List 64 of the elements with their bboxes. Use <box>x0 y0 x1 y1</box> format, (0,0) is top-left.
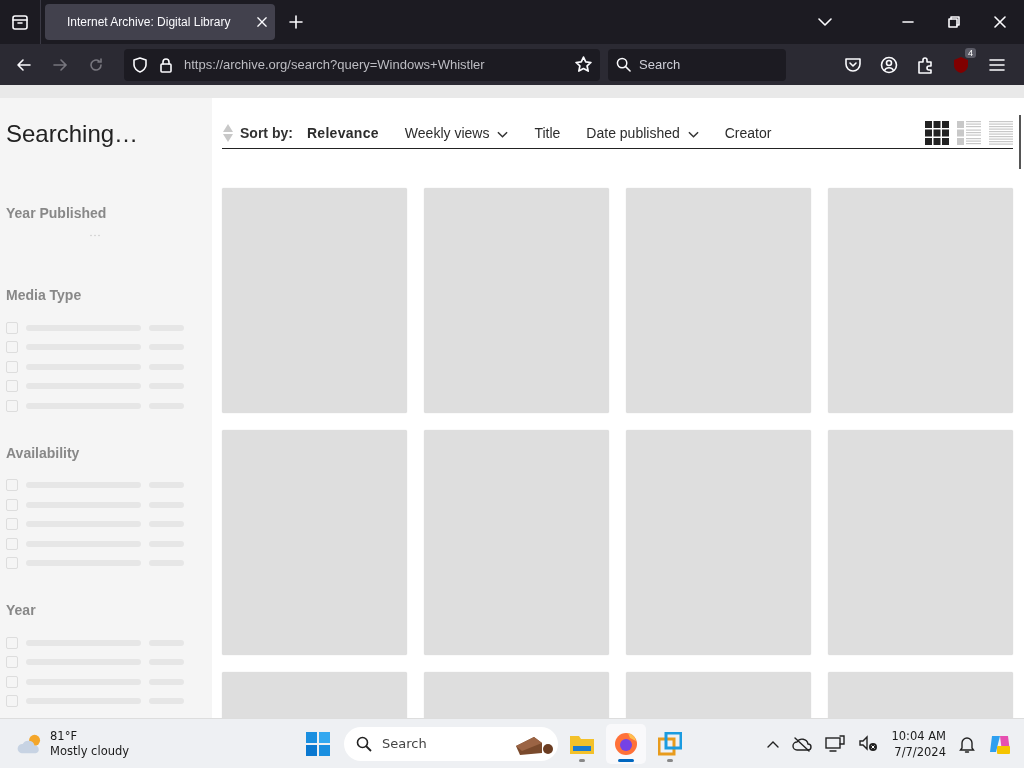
sort-label: Sort by: <box>240 125 293 141</box>
forward-arrow-icon[interactable] <box>52 56 68 73</box>
checkbox[interactable] <box>6 656 18 669</box>
windows-start-icon[interactable] <box>306 731 330 756</box>
clock-time[interactable]: 10:04 AM <box>891 727 946 744</box>
sort-option[interactable]: Date published <box>586 125 680 141</box>
scrollbar-thumb[interactable] <box>1019 115 1021 169</box>
weather-condition: Mostly cloudy <box>50 743 130 759</box>
checkbox[interactable] <box>6 380 18 393</box>
chevron-down-icon[interactable] <box>497 130 509 138</box>
cloud-off-icon[interactable] <box>792 735 813 752</box>
address-bar[interactable]: https://archive.org/search?query=Windows+Whistler <box>124 48 600 81</box>
taskbar-search[interactable]: Search <box>344 726 558 761</box>
chevron-up-icon[interactable] <box>767 739 780 748</box>
checkbox[interactable] <box>6 675 18 688</box>
clock-date[interactable]: 7/7/2024 <box>894 743 946 760</box>
checkbox[interactable] <box>6 321 18 334</box>
restore-icon[interactable] <box>948 16 960 28</box>
bell-icon[interactable] <box>959 734 975 753</box>
sort-option[interactable]: Weekly views <box>404 125 490 141</box>
puzzle-piece-icon[interactable] <box>916 55 934 74</box>
folder-icon <box>570 733 594 754</box>
url-text: https://archive.org/search?query=Windows+Whistler <box>184 57 486 72</box>
checkbox[interactable] <box>6 498 18 511</box>
temperature: 81°F <box>50 728 78 744</box>
reload-icon[interactable] <box>88 56 104 73</box>
speaker-muted-icon[interactable] <box>858 734 879 753</box>
star-icon[interactable] <box>575 56 592 73</box>
sort-option[interactable]: Creator <box>724 125 772 141</box>
checkbox[interactable] <box>6 399 18 412</box>
pocket-icon[interactable] <box>844 55 862 74</box>
plus-icon[interactable] <box>289 15 303 29</box>
loading-heading: Searching… <box>6 120 139 148</box>
checkbox[interactable] <box>6 636 18 649</box>
checkbox[interactable] <box>6 518 18 531</box>
facet-title: Year <box>6 602 36 618</box>
checkbox[interactable] <box>6 360 18 373</box>
lock-icon[interactable] <box>158 56 174 73</box>
account-icon[interactable] <box>880 55 898 74</box>
shield-extension-icon[interactable] <box>952 55 970 74</box>
sort-option[interactable]: Title <box>534 125 561 141</box>
checkbox[interactable] <box>6 479 18 492</box>
grid-view-icon[interactable] <box>925 121 949 145</box>
overlapping-squares-icon <box>658 731 682 756</box>
browser-tab[interactable]: Internet Archive: Digital Library <box>45 4 275 40</box>
shield-icon[interactable] <box>132 56 148 73</box>
close-icon[interactable] <box>257 17 267 27</box>
checkbox[interactable] <box>6 341 18 354</box>
facet-title: Media Type <box>6 287 82 303</box>
checkbox[interactable] <box>6 695 18 708</box>
search-icon <box>356 735 372 752</box>
search-icon <box>616 57 631 72</box>
extension-badge: 4 <box>965 47 976 58</box>
close-icon[interactable] <box>994 16 1006 28</box>
back-arrow-icon[interactable] <box>16 56 32 73</box>
sort-option[interactable]: Relevance <box>306 125 379 141</box>
search-field[interactable]: Search <box>608 48 786 81</box>
taskbar-app[interactable] <box>606 723 646 764</box>
chevron-down-icon[interactable] <box>687 130 699 138</box>
facet-title: Availability <box>6 444 80 461</box>
checkbox[interactable] <box>6 537 18 550</box>
network-monitor-icon[interactable] <box>825 734 846 753</box>
checkbox[interactable] <box>6 557 18 570</box>
facet-title: Year Published <box>6 205 107 221</box>
